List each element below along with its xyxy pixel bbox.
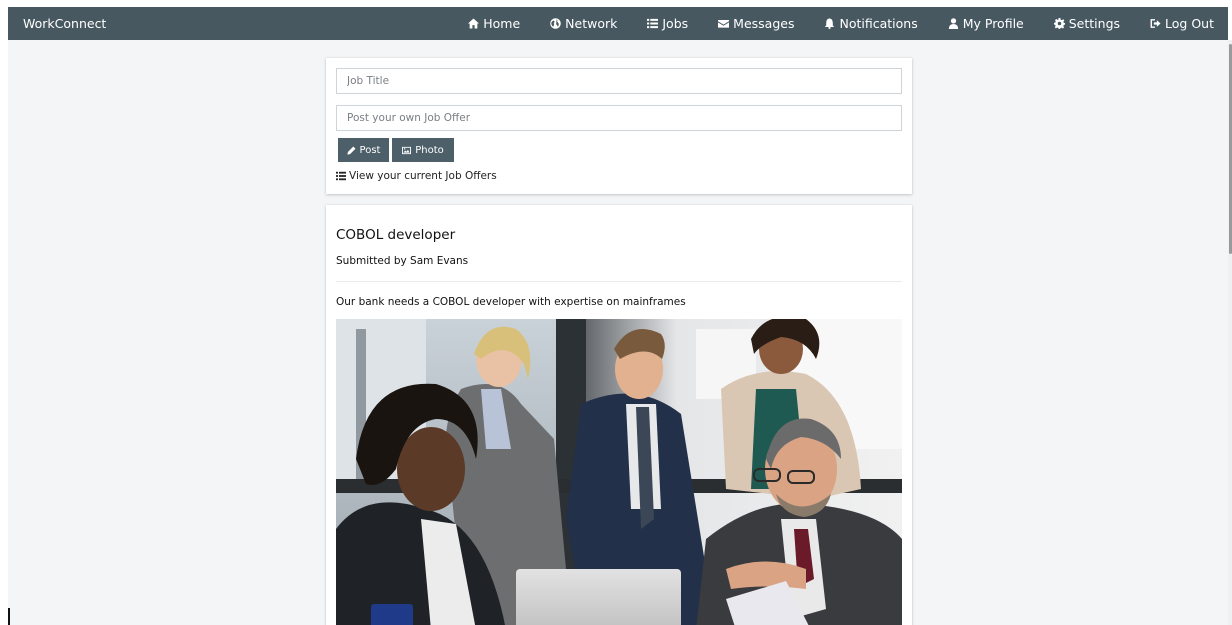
photo-button[interactable]: Photo (392, 138, 454, 162)
user-icon (948, 18, 958, 29)
divider (336, 281, 902, 282)
text-cursor (8, 608, 10, 625)
nav-network-label: Network (565, 16, 618, 31)
post-job-card: Post Photo View your current Job Offers (326, 58, 912, 194)
nav-my-profile[interactable]: My Profile (948, 16, 1024, 31)
nav-messages[interactable]: Messages (718, 16, 794, 31)
list-icon (647, 18, 659, 29)
gear-icon (1053, 18, 1065, 29)
nav-notifications[interactable]: Notifications (824, 16, 918, 31)
home-icon (468, 18, 480, 29)
view-job-offers-link[interactable]: View your current Job Offers (336, 170, 497, 182)
business-team-photo (336, 319, 902, 625)
nav-log-out[interactable]: Log Out (1150, 16, 1214, 31)
job-post-description: Our bank needs a COBOL developer with ex… (336, 296, 686, 308)
nav-log-out-label: Log Out (1165, 16, 1214, 31)
job-post-author: Submitted by Sam Evans (336, 255, 469, 267)
envelope-icon (718, 19, 730, 28)
nav-settings[interactable]: Settings (1053, 16, 1121, 31)
job-post-card: COBOL developer Submitted by Sam Evans O… (326, 205, 912, 625)
nav-messages-label: Messages (733, 16, 795, 31)
list-icon (336, 171, 346, 181)
post-button[interactable]: Post (338, 138, 389, 162)
job-post-title: COBOL developer (336, 227, 456, 243)
post-button-label: Post (359, 144, 381, 156)
top-navbar: WorkConnect Home Network Jobs Messages N… (8, 7, 1228, 40)
nav-menu: Home Network Jobs Messages Notifications… (468, 7, 1214, 40)
pencil-icon (346, 146, 355, 155)
brand-logo[interactable]: WorkConnect (23, 16, 106, 31)
nav-my-profile-label: My Profile (962, 16, 1024, 31)
nav-jobs[interactable]: Jobs (647, 16, 688, 31)
image-icon (402, 146, 412, 154)
photo-button-label: Photo (415, 144, 444, 156)
nav-home-label: Home (483, 16, 521, 31)
job-offer-input[interactable] (336, 105, 902, 131)
globe-icon (550, 18, 561, 29)
nav-notifications-label: Notifications (839, 16, 918, 31)
job-title-input[interactable] (336, 68, 902, 94)
bell-icon (825, 18, 835, 29)
nav-network[interactable]: Network (550, 16, 617, 31)
nav-jobs-label: Jobs (662, 16, 689, 31)
view-job-offers-label: View your current Job Offers (349, 170, 497, 182)
logout-icon (1150, 19, 1161, 28)
job-post-photo (336, 319, 902, 625)
nav-settings-label: Settings (1068, 16, 1121, 31)
nav-home[interactable]: Home (468, 16, 520, 31)
